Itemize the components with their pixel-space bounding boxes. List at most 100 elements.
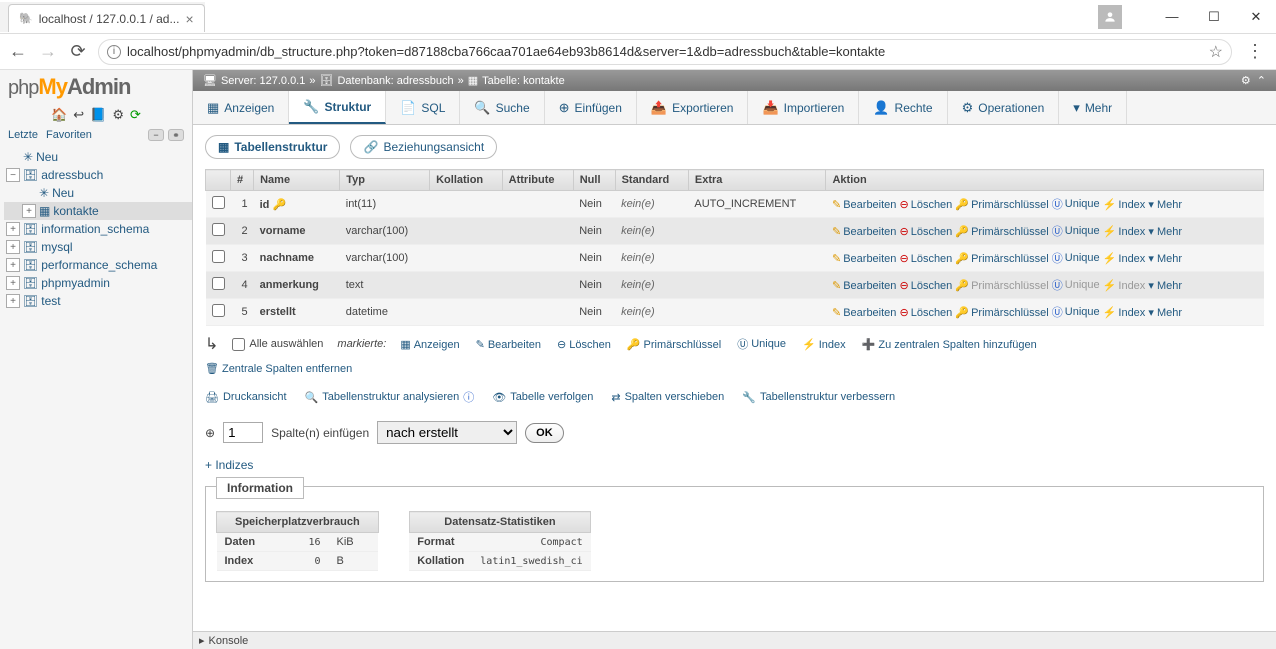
unique-link[interactable]: Ⓤ Unique <box>1052 250 1100 266</box>
expand-icon[interactable]: − <box>6 168 20 182</box>
bc-server[interactable]: Server: 127.0.0.1 <box>221 75 305 87</box>
more-link[interactable]: ▾ Mehr <box>1148 198 1182 211</box>
bulk-6[interactable]: ➕ Zu zentralen Spalten hinzufügen <box>862 338 1037 351</box>
expand-icon[interactable]: + <box>6 294 20 308</box>
tree-item-information_schema[interactable]: +🗄information_schema <box>4 220 192 238</box>
collapse-toggle-icon[interactable]: − <box>148 129 164 141</box>
primarykey-link[interactable]: 🔑 Primärschlüssel <box>955 306 1048 319</box>
edit-link[interactable]: ✎ Bearbeiten <box>832 225 896 238</box>
link-toggle-icon[interactable]: ⚭ <box>168 129 184 141</box>
browser-tab[interactable]: 🐘 localhost / 127.0.0.1 / ad... × <box>8 4 205 32</box>
row-checkbox[interactable] <box>212 223 225 236</box>
expand-icon[interactable]: + <box>6 240 20 254</box>
collapse-icon[interactable]: ⌃ <box>1257 74 1266 87</box>
index-link[interactable]: ⚡ Index <box>1103 306 1146 319</box>
delete-link[interactable]: ⊖ Löschen <box>899 252 952 265</box>
edit-link[interactable]: ✎ Bearbeiten <box>832 198 896 211</box>
browser-menu-icon[interactable]: ⋮ <box>1242 41 1268 62</box>
central-remove-link[interactable]: 🗑Zentrale Spalten entfernen <box>205 362 352 375</box>
indizes-link[interactable]: + Indizes <box>205 458 253 472</box>
settings-icon[interactable]: ⚙ <box>112 107 124 123</box>
tool-3[interactable]: ⇄ Spalten verschieben <box>611 389 724 405</box>
tree-item-neu[interactable]: ✳Neu <box>4 184 192 202</box>
tab-mehr[interactable]: ▾Mehr <box>1059 91 1127 124</box>
forward-button[interactable]: → <box>38 42 58 62</box>
primarykey-link[interactable]: 🔑 Primärschlüssel <box>955 279 1048 292</box>
tab-suche[interactable]: 🔍Suche <box>460 91 544 124</box>
close-tab-icon[interactable]: × <box>185 11 193 27</box>
delete-link[interactable]: ⊖ Löschen <box>899 279 952 292</box>
delete-link[interactable]: ⊖ Löschen <box>899 225 952 238</box>
maximize-button[interactable]: ☐ <box>1202 5 1226 29</box>
primarykey-link[interactable]: 🔑 Primärschlüssel <box>955 252 1048 265</box>
help-icon[interactable]: ⓘ <box>463 389 474 405</box>
tree-item-performance_schema[interactable]: +🗄performance_schema <box>4 256 192 274</box>
tab-importieren[interactable]: 📥Importieren <box>748 91 859 124</box>
tool-2[interactable]: 👁 Tabelle verfolgen <box>492 389 593 405</box>
bulk-0[interactable]: ▦ Anzeigen <box>400 338 459 351</box>
bulk-4[interactable]: Ⓤ Unique <box>737 336 786 352</box>
url-field[interactable]: i localhost/phpmyadmin/db_structure.php?… <box>98 39 1232 65</box>
index-link[interactable]: ⚡ Index <box>1103 279 1146 292</box>
docs-icon[interactable]: 📘 <box>90 107 106 123</box>
more-link[interactable]: ▾ Mehr <box>1148 306 1182 319</box>
expand-icon[interactable]: + <box>6 258 20 272</box>
subtab-0[interactable]: ▦Tabellenstruktur <box>205 135 340 159</box>
delete-link[interactable]: ⊖ Löschen <box>899 198 952 211</box>
console-bar[interactable]: ▸ Konsole <box>193 631 1276 649</box>
tree-item-adressbuch[interactable]: −🗄adressbuch <box>4 166 192 184</box>
more-link[interactable]: ▾ Mehr <box>1148 225 1182 238</box>
insert-position-select[interactable]: nach erstellt <box>377 421 517 444</box>
unique-link[interactable]: Ⓤ Unique <box>1052 277 1100 293</box>
more-link[interactable]: ▾ Mehr <box>1148 279 1182 292</box>
more-link[interactable]: ▾ Mehr <box>1148 252 1182 265</box>
tree-item-phpmyadmin[interactable]: +🗄phpmyadmin <box>4 274 192 292</box>
select-all-checkbox[interactable]: Alle auswählen <box>232 338 323 351</box>
bulk-2[interactable]: ⊖ Löschen <box>557 338 611 351</box>
gear-icon[interactable]: ⚙ <box>1241 74 1251 87</box>
site-info-icon[interactable]: i <box>107 45 121 59</box>
insert-count-input[interactable] <box>223 422 263 443</box>
bookmark-icon[interactable]: ☆ <box>1209 42 1223 62</box>
insert-ok-button[interactable]: OK <box>525 423 564 443</box>
tab-struktur[interactable]: 🔧Struktur <box>289 91 386 124</box>
unique-link[interactable]: Ⓤ Unique <box>1052 304 1100 320</box>
favorites-link[interactable]: Favoriten <box>46 129 92 141</box>
expand-icon[interactable]: + <box>6 222 20 236</box>
edit-link[interactable]: ✎ Bearbeiten <box>832 252 896 265</box>
tab-rechte[interactable]: 👤Rechte <box>859 91 947 124</box>
tool-0[interactable]: 🖨 Druckansicht <box>205 389 287 405</box>
tree-item-kontakte[interactable]: +▦kontakte <box>4 202 192 220</box>
index-link[interactable]: ⚡ Index <box>1103 198 1146 211</box>
unique-link[interactable]: Ⓤ Unique <box>1052 196 1100 212</box>
tree-item-neu[interactable]: ✳Neu <box>4 148 192 166</box>
subtab-1[interactable]: 🔗Beziehungsansicht <box>350 135 497 159</box>
edit-link[interactable]: ✎ Bearbeiten <box>832 279 896 292</box>
tab-exportieren[interactable]: 📤Exportieren <box>637 91 749 124</box>
bc-table[interactable]: Tabelle: kontakte <box>482 75 565 87</box>
reload-button[interactable]: ⟳ <box>68 42 88 62</box>
tool-4[interactable]: 🔧 Tabellenstruktur verbessern <box>742 389 895 405</box>
tool-1[interactable]: 🔍 Tabellenstruktur analysieren ⓘ <box>305 389 475 405</box>
close-window-button[interactable]: ✕ <box>1244 5 1268 29</box>
tab-sql[interactable]: 📄SQL <box>386 91 460 124</box>
edit-link[interactable]: ✎ Bearbeiten <box>832 306 896 319</box>
user-icon[interactable] <box>1098 5 1122 29</box>
row-checkbox[interactable] <box>212 196 225 209</box>
tab-einfügen[interactable]: ⊕Einfügen <box>545 91 637 124</box>
bc-database[interactable]: Datenbank: adressbuch <box>337 75 453 87</box>
bulk-3[interactable]: 🔑 Primärschlüssel <box>627 338 721 351</box>
back-button[interactable]: ← <box>8 42 28 62</box>
expand-icon[interactable]: + <box>6 276 20 290</box>
index-link[interactable]: ⚡ Index <box>1103 225 1146 238</box>
bulk-1[interactable]: ✎ Bearbeiten <box>476 338 541 351</box>
primarykey-link[interactable]: 🔑 Primärschlüssel <box>955 225 1048 238</box>
logout-icon[interactable]: ↩ <box>73 107 84 123</box>
home-icon[interactable]: 🏠 <box>51 107 67 123</box>
bulk-5[interactable]: ⚡ Index <box>802 338 846 351</box>
tab-anzeigen[interactable]: ▦Anzeigen <box>193 91 289 124</box>
tree-item-mysql[interactable]: +🗄mysql <box>4 238 192 256</box>
row-checkbox[interactable] <box>212 250 225 263</box>
delete-link[interactable]: ⊖ Löschen <box>899 306 952 319</box>
minimize-button[interactable]: — <box>1160 5 1184 29</box>
